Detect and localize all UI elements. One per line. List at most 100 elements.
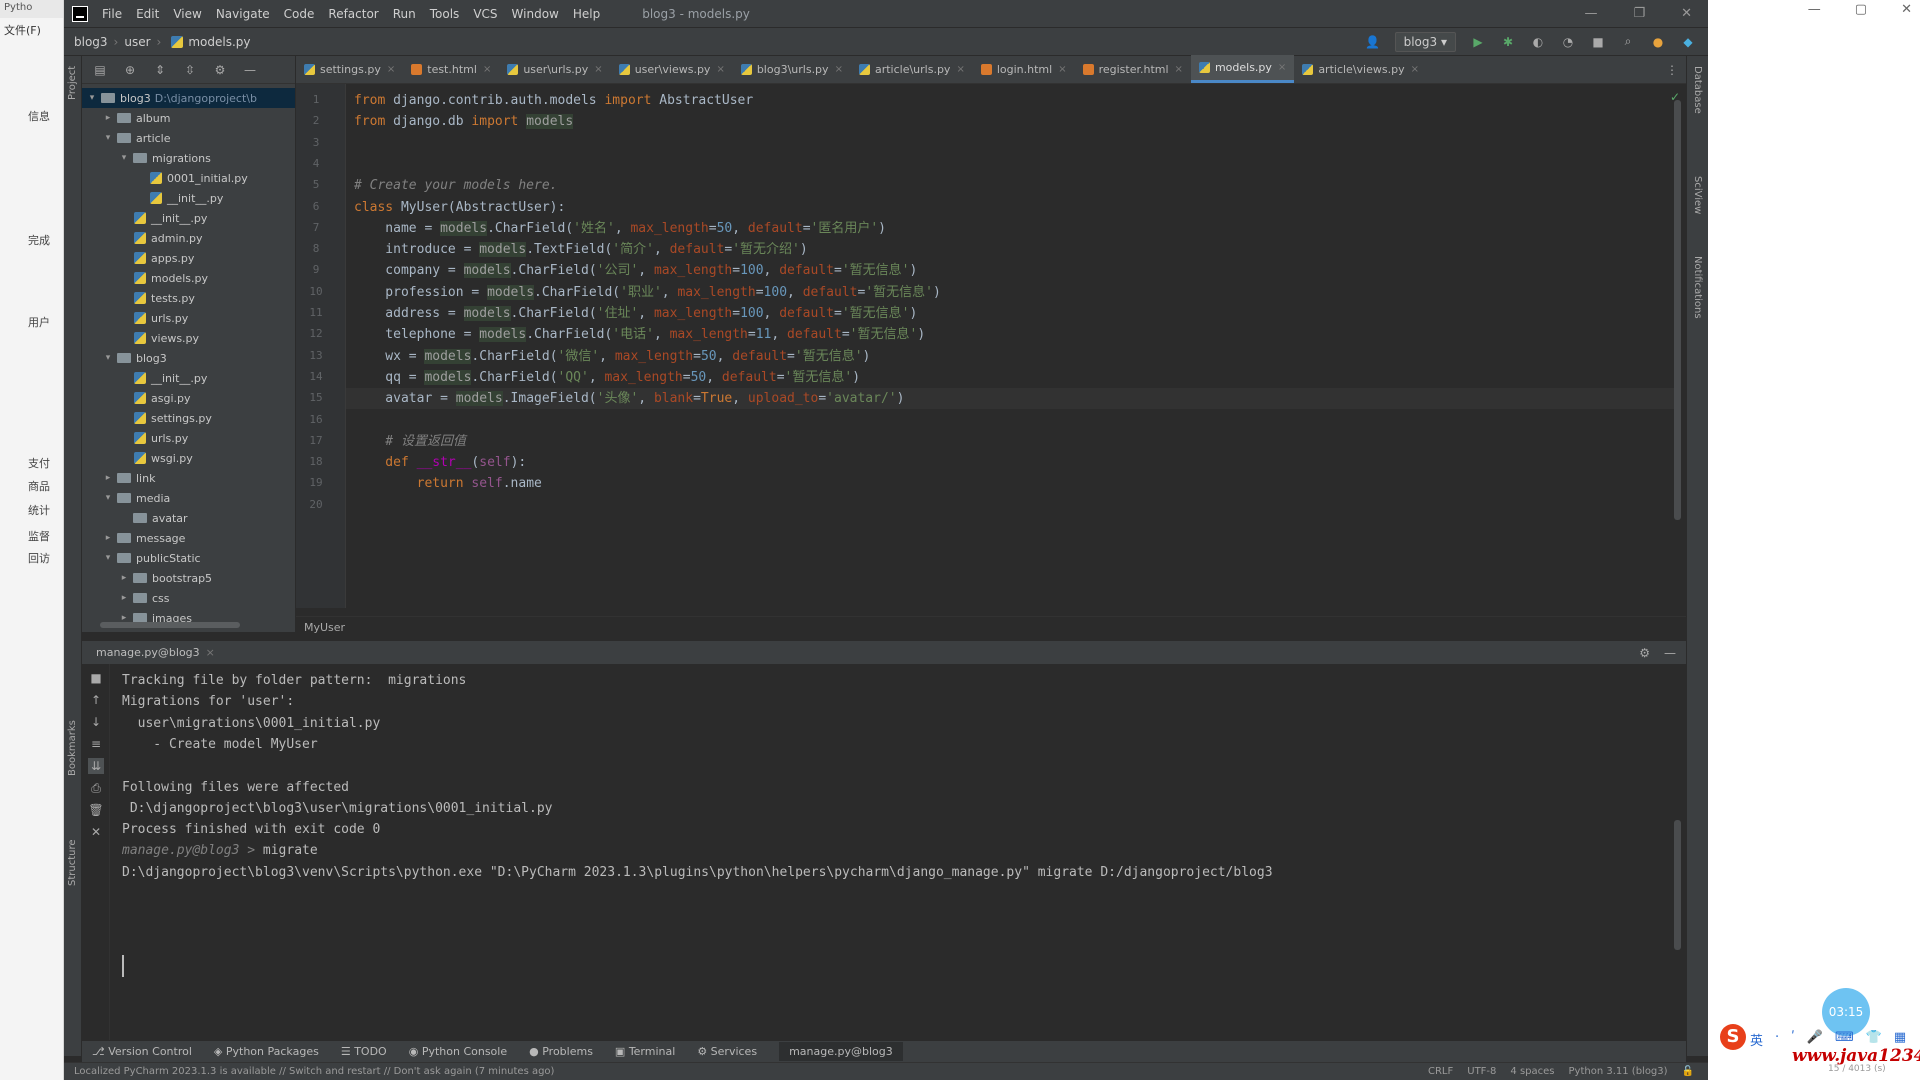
close-icon[interactable]: ✕: [1901, 2, 1912, 17]
breadcrumb-file[interactable]: models.py: [188, 35, 250, 49]
run-icon[interactable]: ▶: [1470, 34, 1486, 50]
stop-icon[interactable]: ■: [88, 670, 104, 686]
close-icon[interactable]: ×: [387, 64, 395, 75]
close-icon[interactable]: ×: [1411, 64, 1419, 75]
close-icon[interactable]: ×: [1058, 64, 1066, 75]
tree-item[interactable]: ▾ media: [82, 488, 295, 508]
tree-item[interactable]: apps.py: [82, 248, 295, 268]
locate-icon[interactable]: ⊕: [122, 62, 138, 78]
expand-arrow-icon[interactable]: ▾: [102, 493, 114, 503]
tree-item[interactable]: settings.py: [82, 408, 295, 428]
tree-item[interactable]: admin.py: [82, 228, 295, 248]
editor-tab[interactable]: article\urls.py ×: [851, 55, 973, 83]
expand-arrow-icon[interactable]: ▸: [102, 113, 114, 123]
debug-icon[interactable]: ✱: [1500, 34, 1516, 50]
tree-item[interactable]: __init__.py: [82, 208, 295, 228]
close-icon[interactable]: ×: [206, 646, 215, 659]
expand-arrow-icon[interactable]: ▸: [118, 573, 130, 583]
expand-all-icon[interactable]: ⇕: [152, 62, 168, 78]
tree-item[interactable]: ▾ blog3: [82, 348, 295, 368]
close-icon[interactable]: ×: [835, 64, 843, 75]
code-line[interactable]: from django.contrib.auth.models import A…: [354, 90, 753, 111]
breadcrumb-project[interactable]: blog3: [74, 35, 108, 49]
tree-item[interactable]: ▸ album: [82, 108, 295, 128]
tool-window-button[interactable]: ◉ Python Console: [409, 1045, 507, 1058]
notifications-tool-tab[interactable]: Notifications: [1692, 256, 1703, 319]
tool-window-button[interactable]: ☰ TODO: [341, 1045, 387, 1058]
print-icon[interactable]: ⎙: [88, 780, 104, 796]
tree-item[interactable]: ▾ publicStatic: [82, 548, 295, 568]
arrow-up-icon[interactable]: ↑: [88, 692, 104, 708]
tree-item[interactable]: ▸js: [82, 628, 295, 633]
settings-gear-icon[interactable]: ⚙: [212, 62, 228, 78]
more-tabs-icon[interactable]: ⋮: [1658, 63, 1686, 83]
editor-tab[interactable]: settings.py ×: [296, 55, 403, 83]
close-icon[interactable]: ×: [956, 64, 964, 75]
code-line[interactable]: introduce = models.TextField('简介', defau…: [354, 239, 808, 260]
close-icon[interactable]: ×: [1278, 62, 1286, 73]
tool-window-button[interactable]: manage.py@blog3: [779, 1042, 903, 1061]
sogou-logo-icon[interactable]: S: [1720, 1024, 1746, 1050]
stop-icon[interactable]: ■: [1590, 34, 1606, 50]
editor-breadcrumb[interactable]: MyUser: [296, 616, 1686, 638]
expand-arrow-icon[interactable]: ▾: [102, 133, 114, 143]
code-line[interactable]: from django.db import models: [354, 111, 574, 132]
user-account-icon[interactable]: 👤: [1365, 34, 1381, 50]
minimize-icon[interactable]: —: [1584, 6, 1597, 21]
status-item[interactable]: UTF-8: [1467, 1066, 1496, 1077]
close-icon[interactable]: ×: [1175, 64, 1183, 75]
menu-file[interactable]: File: [102, 7, 122, 21]
bookmarks-tool-tab[interactable]: Bookmarks: [67, 720, 78, 776]
code-line[interactable]: def __str__(self):: [354, 452, 526, 473]
tree-item[interactable]: wsgi.py: [82, 448, 295, 468]
profile-icon[interactable]: ◔: [1560, 34, 1576, 50]
tree-item[interactable]: urls.py: [82, 308, 295, 328]
restore-icon[interactable]: ❐: [1633, 6, 1645, 21]
editor-tab[interactable]: models.py ×: [1190, 55, 1295, 83]
hide-panel-icon[interactable]: —: [1664, 646, 1676, 660]
expand-arrow-icon[interactable]: ▾: [102, 353, 114, 363]
code-editor[interactable]: from django.contrib.auth.models import A…: [346, 84, 1686, 608]
tree-item[interactable]: ▸ css: [82, 588, 295, 608]
expand-arrow-icon[interactable]: ▸: [102, 473, 114, 483]
tree-item[interactable]: views.py: [82, 328, 295, 348]
lock-icon[interactable]: 🔓: [1682, 1066, 1694, 1077]
structure-tool-tab[interactable]: Structure: [67, 839, 78, 886]
project-view-icon[interactable]: ▤: [92, 62, 108, 78]
tool-window-button[interactable]: ⚙ Services: [697, 1045, 757, 1058]
close-icon[interactable]: ✕: [1681, 6, 1692, 21]
settings-gear-icon[interactable]: ⚙: [1639, 646, 1650, 660]
tree-item[interactable]: ▸ message: [82, 528, 295, 548]
status-item[interactable]: CRLF: [1428, 1066, 1453, 1077]
close-icon[interactable]: ✕: [88, 824, 104, 840]
code-line[interactable]: name = models.CharField('姓名', max_length…: [354, 218, 886, 239]
code-line[interactable]: address = models.CharField('住址', max_len…: [354, 303, 917, 324]
tree-item[interactable]: __init__.py: [82, 368, 295, 388]
desktop-left-menu[interactable]: 文件(F): [0, 18, 63, 42]
tray-icon[interactable]: ·: [1775, 1030, 1779, 1049]
expand-arrow-icon[interactable]: ▸: [102, 533, 114, 543]
tree-item[interactable]: ▾ article: [82, 128, 295, 148]
tree-item[interactable]: 0001_initial.py: [82, 168, 295, 188]
code-line[interactable]: wx = models.CharField('微信', max_length=5…: [354, 346, 870, 367]
tool-window-button[interactable]: ▣ Terminal: [615, 1045, 675, 1058]
menu-view[interactable]: View: [173, 7, 201, 21]
run-configuration-select[interactable]: blog3 ▾: [1394, 31, 1456, 52]
tree-item[interactable]: models.py: [82, 268, 295, 288]
code-line[interactable]: telephone = models.CharField('电话', max_l…: [354, 324, 925, 345]
database-tool-tab[interactable]: Database: [1692, 66, 1703, 114]
tree-item[interactable]: ▾ blog3 D:\djangoproject\b: [82, 88, 295, 108]
code-line[interactable]: company = models.CharField('公司', max_len…: [354, 260, 917, 281]
updates-icon[interactable]: ●: [1650, 34, 1666, 50]
maximize-icon[interactable]: ▢: [1855, 2, 1867, 17]
menu-code[interactable]: Code: [284, 7, 315, 21]
hide-panel-icon[interactable]: —: [242, 62, 258, 78]
tree-item[interactable]: ▸ link: [82, 468, 295, 488]
menu-edit[interactable]: Edit: [136, 7, 159, 21]
project-horizontal-scrollbar[interactable]: [100, 622, 240, 628]
menu-refactor[interactable]: Refactor: [328, 7, 378, 21]
console-vertical-scrollbar[interactable]: [1674, 820, 1681, 950]
tool-window-button[interactable]: ● Problems: [529, 1045, 593, 1058]
tree-item[interactable]: ▸ bootstrap5: [82, 568, 295, 588]
jetbrains-icon[interactable]: ◆: [1680, 34, 1696, 50]
